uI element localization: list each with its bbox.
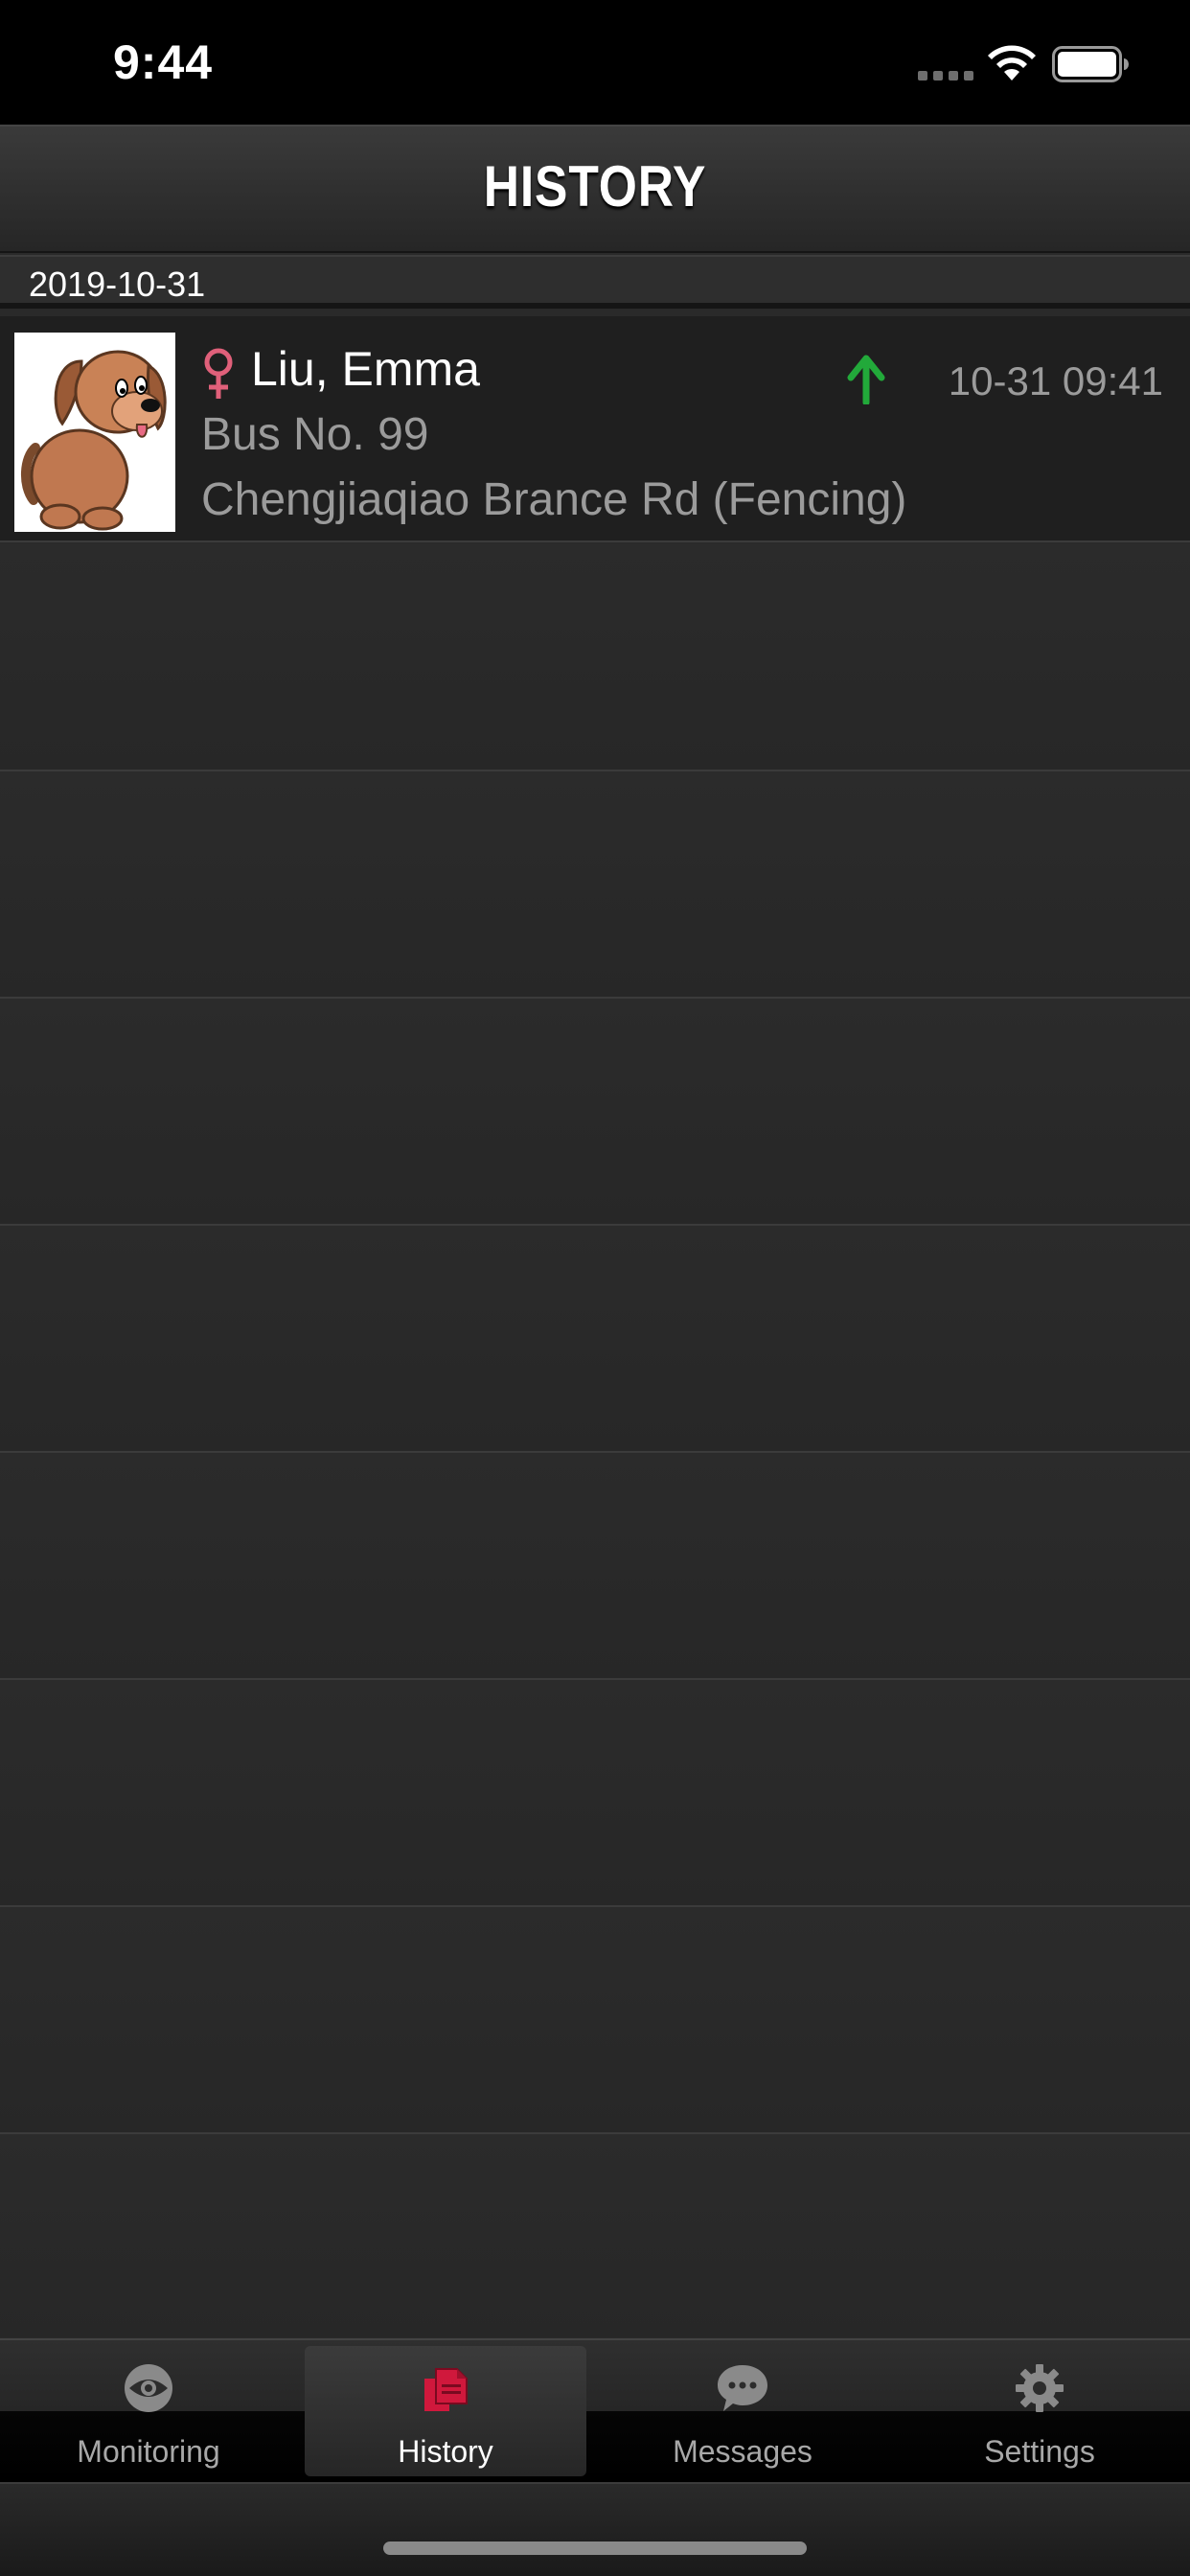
- empty-row: [0, 1453, 1190, 1680]
- tab-label: Messages: [673, 2434, 812, 2469]
- arrow-up-icon: [847, 355, 885, 404]
- avatar: [14, 333, 175, 532]
- stop-name: Chengjiaqiao Brance Rd (Fencing): [201, 474, 907, 525]
- female-icon: [204, 348, 233, 399]
- empty-row: [0, 544, 1190, 771]
- empty-row: [0, 1226, 1190, 1453]
- bus-number: Bus No. 99: [201, 409, 429, 460]
- tab-label: History: [398, 2434, 493, 2469]
- status-bar: 9:44: [0, 0, 1190, 125]
- tab-history[interactable]: History: [305, 2346, 586, 2476]
- eye-icon: [125, 2364, 172, 2412]
- puppy-avatar-image: [14, 333, 175, 532]
- home-indicator[interactable]: [383, 2542, 807, 2555]
- wifi-icon: [988, 45, 1036, 80]
- screen: 9:44 HISTORY 2019-10-31 Liu, Emma Bus No…: [0, 0, 1190, 2576]
- chat-bubble-icon: [718, 2365, 767, 2411]
- tab-bar: Monitoring History Messages Settings: [0, 2338, 1190, 2482]
- tab-settings[interactable]: Settings: [899, 2346, 1180, 2476]
- bottom-strip: [0, 2482, 1190, 2576]
- signal-icon: [918, 71, 973, 80]
- person-name: Liu, Emma: [251, 342, 480, 396]
- tab-messages[interactable]: Messages: [602, 2346, 883, 2476]
- status-time: 9:44: [113, 35, 214, 89]
- empty-row: [0, 999, 1190, 1226]
- empty-row: [0, 771, 1190, 999]
- gear-icon: [1016, 2364, 1064, 2412]
- tab-label: Monitoring: [77, 2434, 220, 2469]
- event-time: 10-31 09:41: [948, 358, 1163, 403]
- section-header: 2019-10-31: [0, 255, 1190, 309]
- empty-row: [0, 1680, 1190, 1907]
- history-row[interactable]: Liu, Emma Bus No. 99 Chengjiaqiao Brance…: [0, 316, 1190, 542]
- tab-monitoring[interactable]: Monitoring: [8, 2346, 289, 2476]
- documents-icon: [424, 2368, 468, 2411]
- navigation-bar: HISTORY: [0, 125, 1190, 253]
- battery-icon: [1052, 46, 1129, 82]
- empty-row: [0, 1907, 1190, 2134]
- section-date: 2019-10-31: [29, 264, 206, 304]
- page-title: HISTORY: [483, 154, 707, 218]
- empty-row: [0, 2134, 1190, 2337]
- tab-label: Settings: [984, 2434, 1095, 2469]
